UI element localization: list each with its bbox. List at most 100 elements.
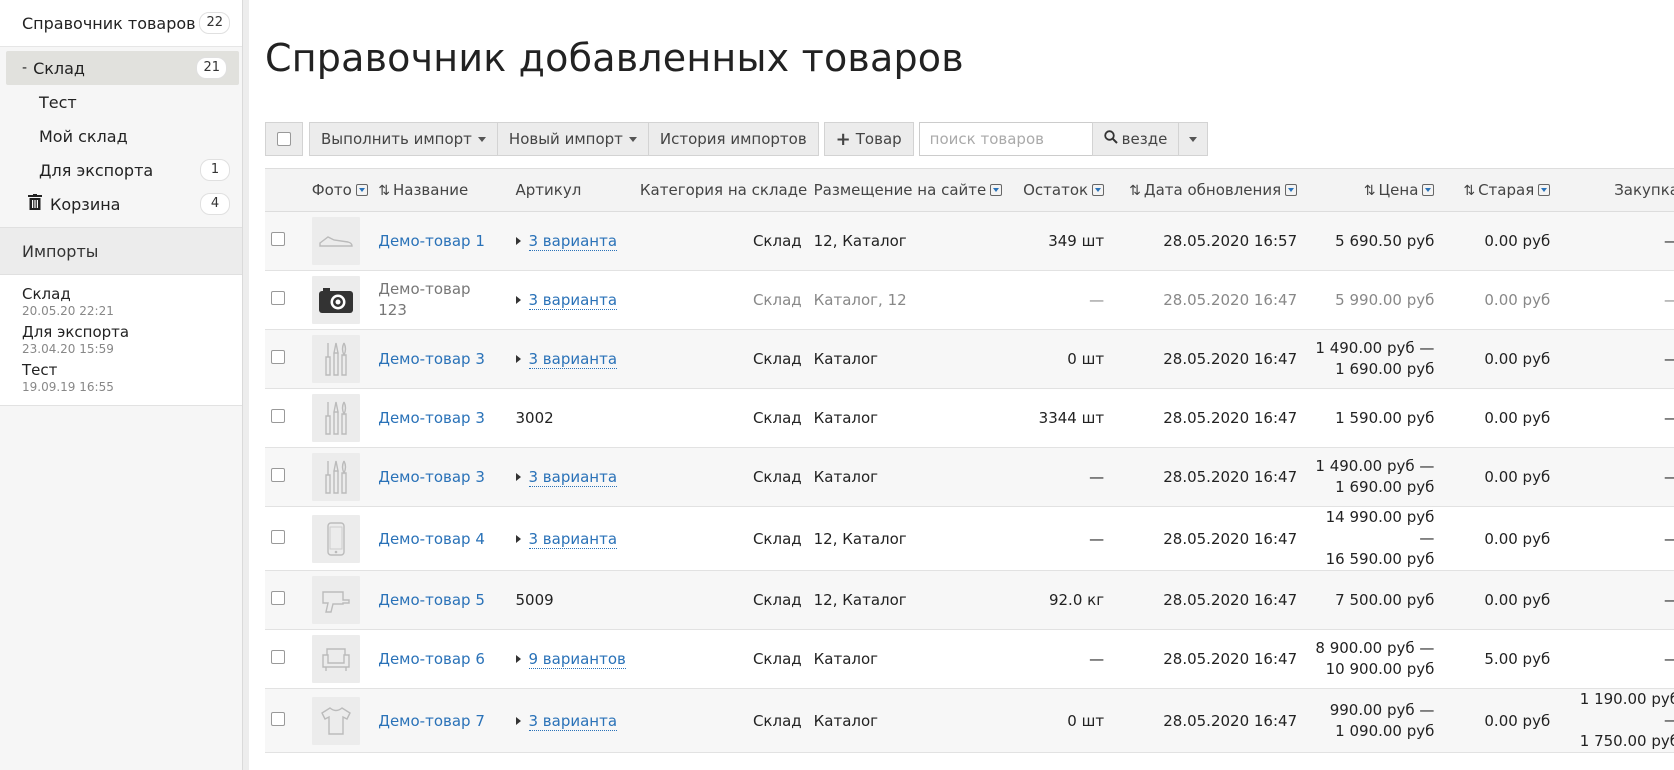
row-checkbox-cell — [265, 688, 306, 753]
import-item[interactable]: Для экспорта 23.04.20 15:59 — [0, 321, 242, 359]
expand-triangle-icon[interactable] — [515, 716, 521, 725]
row-checkbox[interactable] — [271, 529, 285, 544]
updated-value: 28.05.2020 16:47 — [1163, 711, 1298, 730]
placement-value: Каталог — [813, 468, 879, 486]
header-label: Артикул — [515, 181, 582, 199]
sidebar-item-test[interactable]: Тест — [0, 85, 242, 119]
sidebar-item-export[interactable]: Для экспорта 1 — [0, 153, 242, 187]
expand-triangle-icon[interactable] — [515, 237, 521, 245]
variants-link[interactable]: 3 варианта — [528, 232, 618, 251]
sidebar-item-sklad[interactable]: - Склад 21 — [6, 51, 239, 85]
sort-icon[interactable]: ⇅ — [378, 183, 390, 199]
table-row[interactable]: Демо-товар 6 9 вариантов Склад Каталог —… — [265, 629, 1674, 689]
search-input[interactable]: поиск товаров — [918, 122, 1093, 156]
product-name-link[interactable]: Демо-товар 123 — [378, 279, 478, 321]
sort-icon[interactable]: ⇅ — [1364, 183, 1376, 199]
dropdown-icon[interactable] — [990, 184, 1003, 196]
price-value: 1 590.00 руб — [1335, 409, 1435, 427]
header-photo[interactable]: Фото — [305, 168, 373, 212]
row-checkbox[interactable] — [271, 350, 285, 364]
product-name-link[interactable]: Демо-товар 6 — [378, 650, 485, 668]
row-checkbox[interactable] — [271, 591, 285, 605]
header-placement[interactable]: Размещение на сайте — [807, 168, 1010, 212]
variants-link[interactable]: 3 варианта — [528, 711, 618, 731]
product-name-link[interactable]: Демо-товар 3 — [378, 350, 485, 368]
drill-icon[interactable] — [311, 576, 360, 624]
expand-triangle-icon[interactable] — [515, 355, 521, 363]
variants-link[interactable]: 3 варианта — [528, 468, 618, 487]
table-row[interactable]: Демо-товар 5 5009 Склад 12, Каталог 92.0… — [265, 570, 1674, 630]
product-name-link[interactable]: Демо-товар 3 — [378, 409, 485, 427]
brushes-icon[interactable] — [311, 335, 360, 383]
header-old-price[interactable]: ⇅ Старая — [1440, 168, 1557, 212]
collapse-icon[interactable]: - — [22, 60, 27, 76]
photo-cell — [305, 688, 373, 753]
dropdown-icon[interactable] — [1422, 184, 1435, 196]
product-name-link[interactable]: Демо-товар 7 — [378, 712, 485, 730]
product-name-link[interactable]: Демо-товар 4 — [378, 530, 485, 548]
product-name-link[interactable]: Демо-товар 5 — [378, 591, 485, 609]
camera-icon[interactable] — [311, 276, 360, 324]
sidebar-item-catalog[interactable]: Справочник товаров 22 — [0, 0, 242, 47]
header-stock[interactable]: Остаток — [1009, 168, 1111, 212]
row-checkbox[interactable] — [271, 711, 285, 726]
product-name-link[interactable]: Демо-товар 1 — [378, 232, 485, 250]
row-checkbox[interactable] — [271, 232, 285, 246]
search-scope-dropdown[interactable] — [1178, 122, 1209, 156]
import-history-button[interactable]: История импортов — [647, 122, 819, 156]
table-row[interactable]: Демо-товар 3 3002 Склад Каталог 3344 шт … — [265, 388, 1674, 448]
category-value: Склад — [752, 468, 802, 486]
expand-triangle-icon[interactable] — [515, 655, 521, 663]
run-import-button[interactable]: Выполнить импорт — [309, 122, 498, 156]
header-label: Дата обновления — [1143, 181, 1282, 199]
stock-cell: 3344 шт — [1009, 388, 1111, 448]
import-item[interactable]: Тест 19.09.19 16:55 — [0, 359, 242, 397]
expand-triangle-icon[interactable] — [515, 534, 521, 543]
row-checkbox[interactable] — [271, 409, 285, 423]
dropdown-icon[interactable] — [355, 184, 368, 196]
add-product-label: Товар — [855, 130, 902, 148]
header-price[interactable]: ⇅ Цена — [1303, 168, 1441, 212]
import-item[interactable]: Склад 20.05.20 22:21 — [0, 283, 242, 321]
tshirt-icon[interactable] — [311, 696, 360, 745]
sort-icon[interactable]: ⇅ — [1463, 183, 1475, 199]
new-import-button[interactable]: Новый импорт — [496, 122, 649, 156]
variants-link[interactable]: 9 вариантов — [528, 650, 626, 669]
table-row[interactable]: Демо-товар 3 3 варианта Склад Каталог 0 … — [265, 329, 1674, 389]
updated-cell: 28.05.2020 16:47 — [1110, 688, 1304, 753]
sidebar-resize-handle[interactable] — [242, 0, 249, 770]
sort-icon[interactable]: ⇅ — [1129, 183, 1141, 199]
brushes-icon[interactable] — [311, 394, 360, 442]
row-checkbox[interactable] — [271, 468, 285, 482]
variants-link[interactable]: 3 варианта — [528, 291, 618, 310]
dropdown-icon[interactable] — [1092, 184, 1105, 196]
expand-triangle-icon[interactable] — [515, 296, 521, 304]
price-cell: 1 490.00 руб — 1 690.00 руб — [1303, 447, 1441, 507]
sidebar-item-trash[interactable]: Корзина 4 — [0, 187, 242, 221]
table-row[interactable]: Демо-товар 4 3 варианта Склад 12, Катало… — [265, 506, 1674, 571]
caret-down-icon — [628, 136, 637, 142]
product-name-link[interactable]: Демо-товар 3 — [378, 468, 485, 486]
select-all-checkbox[interactable] — [265, 122, 303, 156]
table-row[interactable]: Демо-товар 7 3 варианта Склад Каталог 0 … — [265, 688, 1674, 753]
add-product-button[interactable]: + Товар — [823, 122, 914, 156]
header-updated[interactable]: ⇅ Дата обновления — [1110, 168, 1304, 212]
table-row[interactable]: Демо-товар 1 3 варианта Склад 12, Катало… — [265, 211, 1674, 271]
variants-link[interactable]: 3 варианта — [528, 350, 618, 369]
armchair-icon[interactable] — [311, 635, 360, 683]
variants-link[interactable]: 3 варианта — [528, 529, 618, 549]
phone-icon[interactable] — [311, 514, 360, 563]
sidebar-item-my-sklad[interactable]: Мой склад — [0, 119, 242, 153]
table-row[interactable]: Демо-товар 3 3 варианта Склад Каталог — … — [265, 447, 1674, 507]
row-checkbox[interactable] — [271, 650, 285, 664]
row-checkbox[interactable] — [271, 291, 285, 305]
shoe-icon[interactable] — [311, 217, 360, 265]
expand-triangle-icon[interactable] — [515, 473, 521, 481]
search-button[interactable]: везде — [1091, 122, 1180, 156]
stock-cell: — — [1009, 447, 1111, 507]
dropdown-icon[interactable] — [1538, 184, 1551, 196]
dropdown-icon[interactable] — [1285, 184, 1298, 196]
table-row[interactable]: Демо-товар 123 3 варианта Склад Каталог,… — [265, 270, 1674, 330]
brushes-icon[interactable] — [311, 453, 360, 501]
header-name[interactable]: ⇅ Название — [372, 168, 510, 212]
